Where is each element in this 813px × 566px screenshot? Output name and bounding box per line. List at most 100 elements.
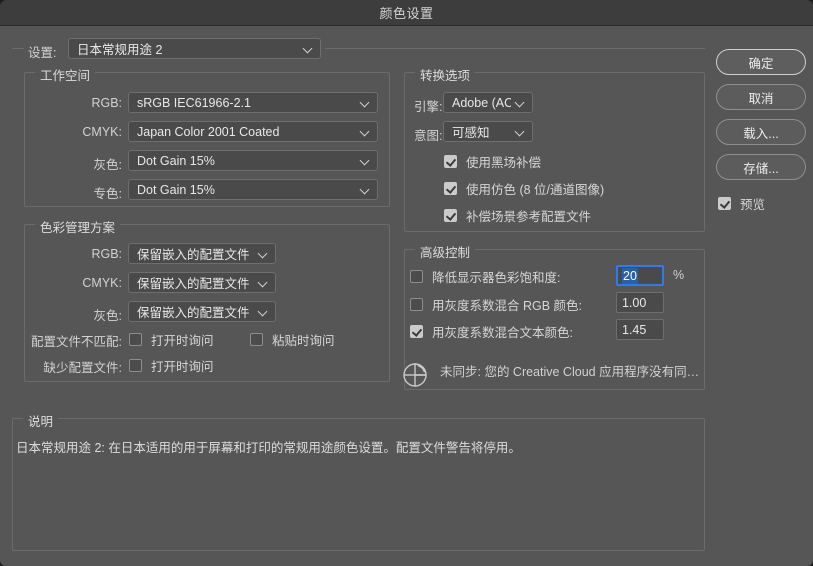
desaturate-monitor-input[interactable]: 20 [616,265,664,286]
title-bar: 颜色设置 [0,0,813,26]
compensate-scene-referred-label: 补偿场景参考配置文件 [466,210,592,224]
advanced-controls-legend: 高级控制 [415,242,476,261]
desaturate-monitor-row[interactable]: 降低显示器色彩饱和度: [410,267,560,286]
ws-gray-dropdown[interactable]: Dot Gain 15% [128,150,378,171]
chevron-down-icon [258,277,269,288]
cm-rgb-dropdown[interactable]: 保留嵌入的配置文件 [128,243,276,264]
cm-cmyk-dropdown[interactable]: 保留嵌入的配置文件 [128,272,276,293]
description-group: 说明 [12,411,705,551]
mismatch-ask-paste-checkbox[interactable] [250,333,263,346]
missing-ask-open-label: 打开时询问 [151,360,214,374]
cm-gray-label: 灰色: [93,309,122,323]
load-button[interactable]: 载入... [716,119,806,145]
cancel-button[interactable]: 取消 [716,84,806,110]
cm-gray-value: 保留嵌入的配置文件 [137,306,250,320]
intent-dropdown[interactable]: 可感知 [443,121,533,142]
ws-rgb-value: sRGB IEC61966-2.1 [137,95,251,110]
save-button[interactable]: 存储... [716,154,806,180]
cm-cmyk-label: CMYK: [82,276,122,290]
blend-text-gamma-checkbox[interactable] [410,325,423,338]
missing-ask-open-checkbox[interactable] [129,359,142,372]
chevron-down-icon [258,248,269,259]
color-settings-dialog: 颜色设置 设置: 日本常规用途 2 工作空间 RGB: sRGB IEC6196… [0,0,813,566]
ws-rgb-label: RGB: [91,96,122,110]
mismatch-ask-paste-row[interactable]: 粘贴时询问 [250,330,335,349]
missing-profile-label: 缺少配置文件: [43,361,122,375]
color-management-legend: 色彩管理方案 [35,217,121,236]
engine-dropdown[interactable]: Adobe (AC... [443,92,533,113]
compensate-scene-referred-checkbox[interactable] [444,209,457,222]
blend-rgb-gamma-value: 1.00 [622,295,647,310]
cm-rgb-label: RGB: [91,247,122,261]
ws-gray-value: Dot Gain 15% [137,153,215,168]
desaturate-monitor-checkbox[interactable] [410,270,423,283]
chevron-down-icon [360,126,371,137]
engine-label: 引擎: [414,100,443,114]
missing-ask-open-row[interactable]: 打开时询问 [129,356,214,375]
settings-preset-value: 日本常规用途 2 [77,43,163,57]
working-spaces-legend: 工作空间 [35,65,96,84]
intent-value: 可感知 [452,126,490,140]
preview-label: 预览 [740,198,766,212]
ws-spot-label: 专色: [93,187,122,201]
cm-gray-dropdown[interactable]: 保留嵌入的配置文件 [128,301,276,322]
description-text: 日本常规用途 2: 在日本适用的用于屏幕和打印的常规用途颜色设置。配置文件警告将… [16,441,521,455]
ws-rgb-dropdown[interactable]: sRGB IEC61966-2.1 [128,92,378,113]
desaturate-monitor-value: 20 [622,267,638,284]
ws-cmyk-value: Japan Color 2001 Coated [137,124,280,139]
settings-divider-left [12,48,24,49]
load-button-label: 载入... [743,126,779,141]
preview-checkbox[interactable] [718,197,731,210]
ws-cmyk-dropdown[interactable]: Japan Color 2001 Coated [128,121,378,142]
chevron-down-icon [360,184,371,195]
blend-text-gamma-value: 1.45 [622,322,647,337]
settings-preset-dropdown[interactable]: 日本常规用途 2 [68,38,321,59]
engine-value: Adobe (AC... [452,95,511,110]
blend-rgb-gamma-checkbox[interactable] [410,298,423,311]
blend-text-gamma-row[interactable]: 用灰度系数混合文本颜色: [410,322,573,341]
chevron-down-icon [515,97,526,108]
black-point-compensation-label: 使用黑场补偿 [466,156,542,170]
description-legend: 说明 [23,411,59,430]
mismatch-ask-open-label: 打开时询问 [151,334,214,348]
blend-rgb-gamma-row[interactable]: 用灰度系数混合 RGB 颜色: [410,295,582,314]
preview-row[interactable]: 预览 [718,194,765,213]
ws-gray-label: 灰色: [93,158,122,172]
conversion-options-legend: 转换选项 [415,65,476,84]
cm-rgb-value: 保留嵌入的配置文件 [137,248,250,262]
intent-label: 意图: [414,129,443,143]
mismatch-ask-open-row[interactable]: 打开时询问 [129,330,214,349]
chevron-down-icon [303,43,314,54]
compensate-scene-referred-row[interactable]: 补偿场景参考配置文件 [444,206,591,225]
cancel-button-label: 取消 [748,91,774,106]
chevron-down-icon [515,126,526,137]
black-point-compensation-row[interactable]: 使用黑场补偿 [444,152,541,171]
mismatch-ask-open-checkbox[interactable] [129,333,142,346]
ws-cmyk-label: CMYK: [82,125,122,139]
cm-cmyk-value: 保留嵌入的配置文件 [137,277,250,291]
blend-text-gamma-label: 用灰度系数混合文本颜色: [432,326,573,340]
black-point-compensation-checkbox[interactable] [444,155,457,168]
settings-label: 设置: [28,46,57,60]
ok-button[interactable]: 确定 [716,49,806,75]
use-dither-row[interactable]: 使用仿色 (8 位/通道图像) [444,179,604,198]
chevron-down-icon [360,155,371,166]
use-dither-checkbox[interactable] [444,182,457,195]
blend-text-gamma-input[interactable]: 1.45 [616,319,664,340]
ws-spot-value: Dot Gain 15% [137,182,215,197]
use-dither-label: 使用仿色 (8 位/通道图像) [466,183,605,197]
ws-spot-dropdown[interactable]: Dot Gain 15% [128,179,378,200]
chevron-down-icon [258,306,269,317]
blend-rgb-gamma-input[interactable]: 1.00 [616,292,664,313]
settings-divider-right [325,48,705,49]
profile-mismatch-label: 配置文件不匹配: [31,335,122,349]
desaturate-percent-suffix: % [673,268,685,282]
blend-rgb-gamma-label: 用灰度系数混合 RGB 颜色: [432,299,583,313]
cloud-sync-icon [400,359,430,389]
chevron-down-icon [360,97,371,108]
cloud-sync-status: 未同步: 您的 Creative Cloud 应用程序没有同… [440,365,700,379]
desaturate-monitor-label: 降低显示器色彩饱和度: [432,271,561,285]
ok-button-label: 确定 [748,56,774,71]
save-button-label: 存储... [743,161,779,176]
mismatch-ask-paste-label: 粘贴时询问 [272,334,335,348]
